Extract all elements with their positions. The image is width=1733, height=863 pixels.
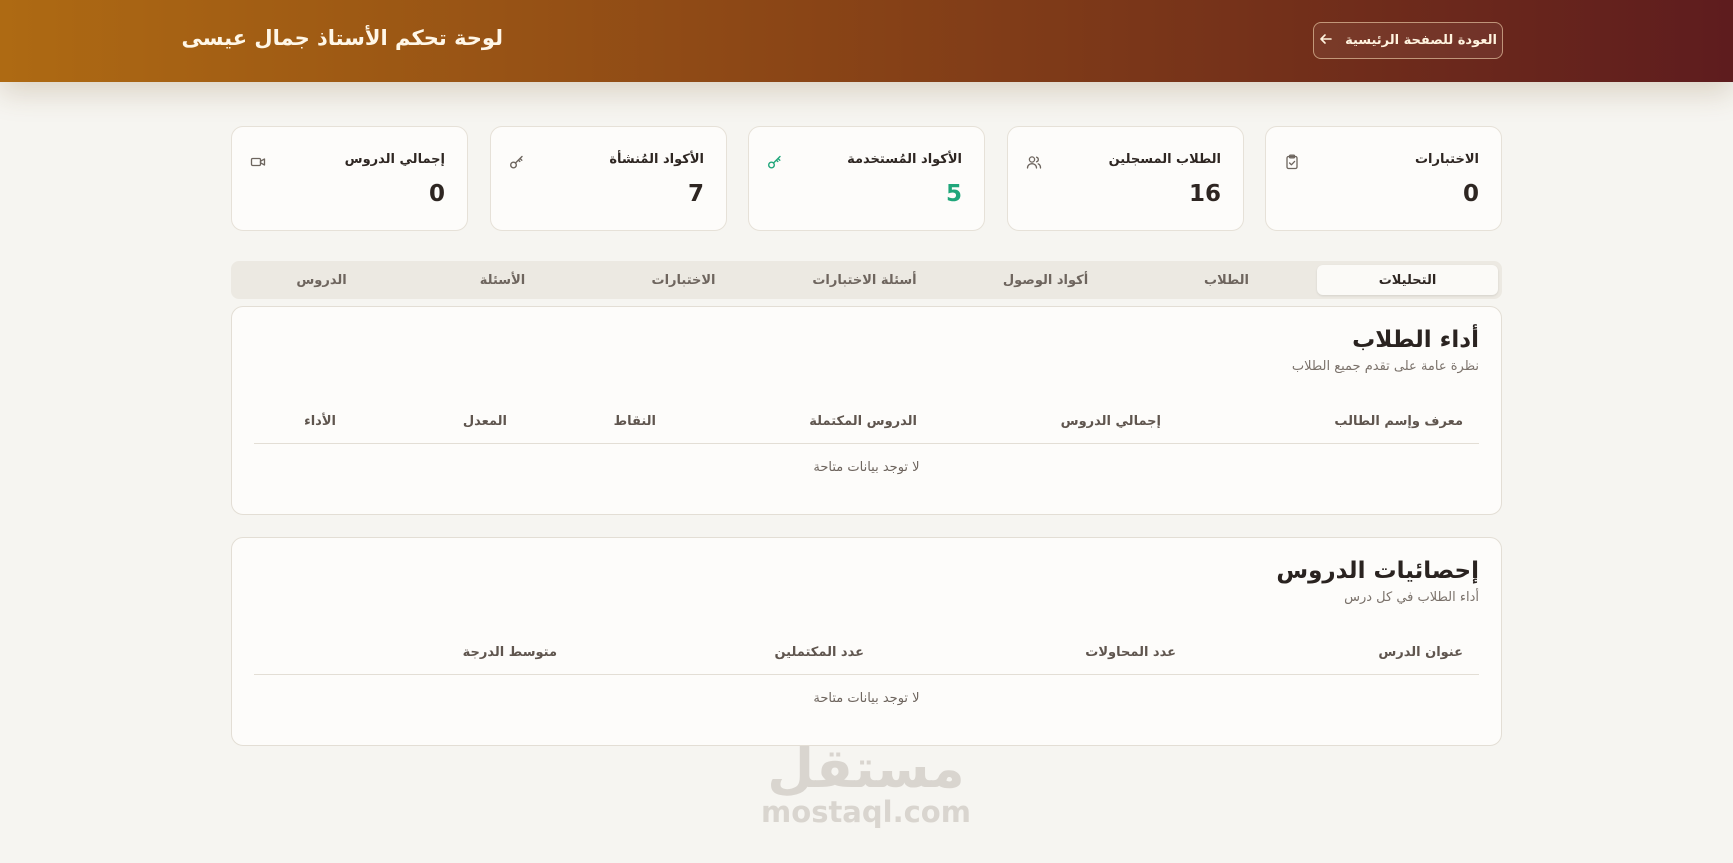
watermark-arabic: مستقل <box>767 737 965 800</box>
header-bar: لوحة تحكم الأستاذ جمال عيسى العودة للصفح… <box>0 0 1733 82</box>
students-performance-panel: أداء الطلاب نظرة عامة على تقدم جميع الطل… <box>231 306 1502 515</box>
column-header: النقاط <box>613 414 656 429</box>
column-header: عنوان الدرس <box>1378 645 1463 660</box>
tab-quiz-questions[interactable]: أسئلة الاختبارات <box>774 265 955 295</box>
tab-bar: التحليلات الطلاب أكواد الوصول أسئلة الاخ… <box>231 261 1502 299</box>
column-header: معرف وإسم الطالب <box>1334 414 1463 429</box>
column-header: إجمالي الدروس <box>1060 414 1161 429</box>
table-divider <box>254 443 1479 444</box>
empty-state: لا توجد بيانات متاحة <box>813 460 920 475</box>
stat-label: الأكواد المُنشأة <box>609 152 704 167</box>
stat-label: الأكواد المُستخدمة <box>847 152 962 167</box>
stat-card-lessons: إجمالي الدروس 0 <box>231 126 468 231</box>
panel-subtitle: أداء الطلاب في كل درس <box>1344 590 1479 605</box>
stat-value: 7 <box>687 181 704 207</box>
stat-value: 16 <box>1188 181 1221 207</box>
clipboard-check-icon <box>1284 154 1300 170</box>
column-header: متوسط الدرجة <box>462 645 557 660</box>
stat-card-created-codes: الأكواد المُنشأة 7 <box>490 126 727 231</box>
panel-subtitle: نظرة عامة على تقدم جميع الطلاب <box>1291 359 1479 374</box>
stat-value: 0 <box>1462 181 1479 207</box>
panel-title: إحصائيات الدروس <box>1276 558 1479 584</box>
stat-label: إجمالي الدروس <box>344 152 445 167</box>
stat-label: الاختبارات <box>1414 152 1479 167</box>
tab-lessons[interactable]: الدروس <box>231 265 412 295</box>
key-icon <box>767 154 783 170</box>
watermark-logo: مستقل mostaql.com <box>760 737 972 829</box>
tab-analytics[interactable]: التحليلات <box>1317 265 1498 295</box>
empty-state: لا توجد بيانات متاحة <box>813 691 920 706</box>
column-header: الأداء <box>304 414 336 429</box>
table-divider <box>254 674 1479 675</box>
stat-card-students: الطلاب المسجلين 16 <box>1007 126 1244 231</box>
column-header: عدد المكتملين <box>774 645 864 660</box>
lessons-stats-panel: إحصائيات الدروس أداء الطلاب في كل درس عن… <box>231 537 1502 746</box>
stat-card-quizzes: الاختبارات 0 <box>1265 126 1502 231</box>
back-button-label: العودة للصفحة الرئيسية <box>1345 33 1497 48</box>
back-to-home-button[interactable]: العودة للصفحة الرئيسية <box>1313 22 1503 59</box>
column-header: الدروس المكتملة <box>809 414 917 429</box>
tab-quizzes[interactable]: الاختبارات <box>593 265 774 295</box>
stat-value: 0 <box>428 181 445 207</box>
column-header: المعدل <box>462 414 507 429</box>
stats-row: الاختبارات 0 الطلاب المسجلين 16 الأكواد … <box>231 126 1502 231</box>
watermark-latin: mostaql.com <box>761 795 971 829</box>
key-icon <box>509 154 525 170</box>
stat-label: الطلاب المسجلين <box>1108 152 1221 167</box>
tab-students[interactable]: الطلاب <box>1136 265 1317 295</box>
column-header: عدد المحاولات <box>1085 645 1176 660</box>
page-title: لوحة تحكم الأستاذ جمال عيسى <box>181 26 503 50</box>
tab-questions[interactable]: الأسئلة <box>412 265 593 295</box>
stat-card-used-codes: الأكواد المُستخدمة 5 <box>748 126 985 231</box>
video-icon <box>250 154 266 170</box>
users-icon <box>1026 154 1042 170</box>
tab-access-codes[interactable]: أكواد الوصول <box>955 265 1136 295</box>
panel-title: أداء الطلاب <box>1352 327 1479 353</box>
stat-value: 5 <box>945 181 962 207</box>
arrow-left-icon <box>1319 32 1333 50</box>
